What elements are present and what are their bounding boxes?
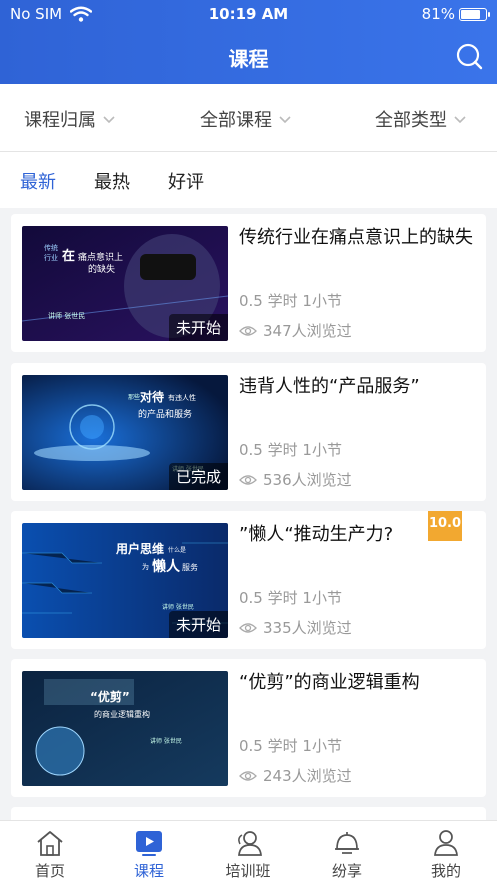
home-icon [37, 831, 63, 856]
course-sections: 1小节 [302, 441, 342, 459]
tab-label: 纷享 [331, 862, 362, 880]
tab-label: 首页 [34, 862, 65, 880]
eye-icon [239, 325, 257, 336]
views-count: 243人浏览过 [263, 767, 352, 785]
course-hours: 0.5 学时 [239, 737, 298, 755]
svg-text:的商业逻辑重构: 的商业逻辑重构 [94, 709, 150, 719]
svg-text:懒人: 懒人 [152, 558, 181, 575]
course-hours: 0.5 学时 [239, 589, 298, 607]
svg-text:的产品和服务: 的产品和服务 [138, 408, 192, 420]
filter-all-types[interactable]: 全部类型 [375, 106, 467, 132]
course-views: 335人浏览过 [239, 617, 352, 638]
course-views: 347人浏览过 [239, 320, 352, 341]
svg-text:有违人性: 有违人性 [168, 393, 196, 402]
svg-text:服务: 服务 [182, 562, 198, 572]
svg-text:讲师 张世民: 讲师 张世民 [150, 737, 182, 745]
eye-icon [239, 770, 257, 781]
course-card[interactable]: “优剪” 的商业逻辑重构 讲师 张世民 “优剪”的商业逻辑重构 0.5 学时 1… [11, 659, 486, 797]
filter-label: 课程归属 [24, 110, 96, 131]
course-meta: 0.5 学时 1小节 [239, 587, 342, 608]
svg-text:的缺失: 的缺失 [88, 263, 115, 275]
bottom-tab-bar: 首页 课程 培训班 纷享 我的 [0, 820, 497, 883]
course-hours: 0.5 学时 [239, 292, 298, 310]
user-icon [434, 830, 458, 856]
course-sections: 1小节 [302, 292, 342, 310]
course-card[interactable]: 用户思维 什么是 为 懒人 服务 讲师 张世民 未开始 ”懒人“推动生产力? 1… [11, 511, 486, 649]
eye-icon [239, 622, 257, 633]
course-title: 违背人性的“产品服务” [239, 376, 420, 397]
chevron-down-icon [279, 116, 291, 124]
play-icon [136, 831, 162, 856]
eye-icon [239, 474, 257, 485]
course-status-badge: 已完成 [168, 463, 228, 490]
tab-label: 课程 [133, 862, 164, 880]
course-sections: 1小节 [302, 589, 342, 607]
filter-bar: 课程归属 全部课程 全部类型 [0, 84, 497, 152]
filter-course-ownership[interactable]: 课程归属 [24, 106, 116, 132]
svg-text:在: 在 [62, 248, 75, 264]
tab-courses[interactable]: 课程 [109, 829, 189, 881]
share-icon [335, 832, 359, 854]
status-bar: No SIM 10:19 AM 81% [0, 0, 497, 28]
course-card[interactable]: 那些 对待 有违人性 的产品和服务 讲师 张世民 已完成 违背人性的“产品服务”… [11, 363, 486, 501]
course-meta: 0.5 学时 1小节 [239, 439, 342, 460]
course-sections: 1小节 [302, 737, 342, 755]
sort-tab-hottest[interactable]: 最热 [94, 168, 130, 194]
filter-label: 全部类型 [375, 110, 447, 131]
sort-tab-newest[interactable]: 最新 [20, 168, 56, 194]
svg-text:对待: 对待 [140, 389, 164, 404]
views-count: 335人浏览过 [263, 619, 352, 637]
course-views: 243人浏览过 [239, 765, 352, 786]
course-title: 传统行业在痛点意识上的缺失 [239, 227, 473, 248]
filter-label: 全部课程 [200, 110, 272, 131]
svg-text:痛点意识上: 痛点意识上 [78, 251, 123, 263]
course-thumbnail: 用户思维 什么是 为 懒人 服务 讲师 张世民 未开始 [22, 523, 228, 638]
tab-training[interactable]: 培训班 [208, 829, 288, 881]
course-hours: 0.5 学时 [239, 441, 298, 459]
svg-text:用户思维: 用户思维 [115, 541, 164, 556]
views-count: 536人浏览过 [263, 471, 352, 489]
top-bar: No SIM 10:19 AM 81% 课程 [0, 0, 497, 84]
svg-text:讲师 张世民: 讲师 张世民 [162, 603, 194, 611]
svg-text:那些: 那些 [128, 393, 140, 401]
course-meta: 0.5 学时 1小节 [239, 290, 342, 311]
sort-tabs: 最新 最热 好评 [0, 152, 497, 208]
tab-home[interactable]: 首页 [10, 829, 90, 881]
course-thumbnail: 传统 行业 在 痛点意识上 的缺失 讲师 张世民 未开始 [22, 226, 228, 341]
svg-text:为: 为 [142, 562, 149, 571]
course-views: 536人浏览过 [239, 469, 352, 490]
battery-icon [459, 8, 490, 21]
group-icon [238, 831, 262, 856]
svg-text:行业: 行业 [44, 253, 58, 262]
course-status-badge: 未开始 [168, 611, 228, 638]
thumbnail-image: “优剪” 的商业逻辑重构 讲师 张世民 [22, 671, 228, 786]
course-thumbnail: “优剪” 的商业逻辑重构 讲师 张世民 [22, 671, 228, 786]
course-card[interactable]: 传统 行业 在 痛点意识上 的缺失 讲师 张世民 未开始 传统行业在痛点意识上的… [11, 214, 486, 352]
course-thumbnail: 那些 对待 有违人性 的产品和服务 讲师 张世民 已完成 [22, 375, 228, 490]
tab-profile[interactable]: 我的 [406, 829, 486, 881]
tab-share[interactable]: 纷享 [307, 829, 387, 881]
sort-tab-top-rated[interactable]: 好评 [168, 168, 204, 194]
svg-text:讲师 张世民: 讲师 张世民 [48, 311, 85, 320]
course-status-badge: 未开始 [168, 314, 228, 341]
page-title: 课程 [228, 47, 269, 71]
course-meta: 0.5 学时 1小节 [239, 735, 342, 756]
rating-badge: 10.0 [428, 511, 462, 541]
chevron-down-icon [103, 116, 115, 124]
course-title: “优剪”的商业逻辑重构 [239, 672, 420, 693]
svg-text:什么是: 什么是 [168, 546, 186, 554]
chevron-down-icon [454, 116, 466, 124]
search-icon[interactable] [455, 42, 483, 70]
svg-text:“优剪”: “优剪” [90, 689, 130, 704]
filter-all-courses[interactable]: 全部课程 [200, 106, 292, 132]
svg-text:传统: 传统 [44, 243, 58, 252]
tab-label: 我的 [430, 862, 461, 880]
tab-label: 培训班 [225, 862, 271, 880]
battery-percent: 81% [421, 5, 455, 23]
views-count: 347人浏览过 [263, 322, 352, 340]
